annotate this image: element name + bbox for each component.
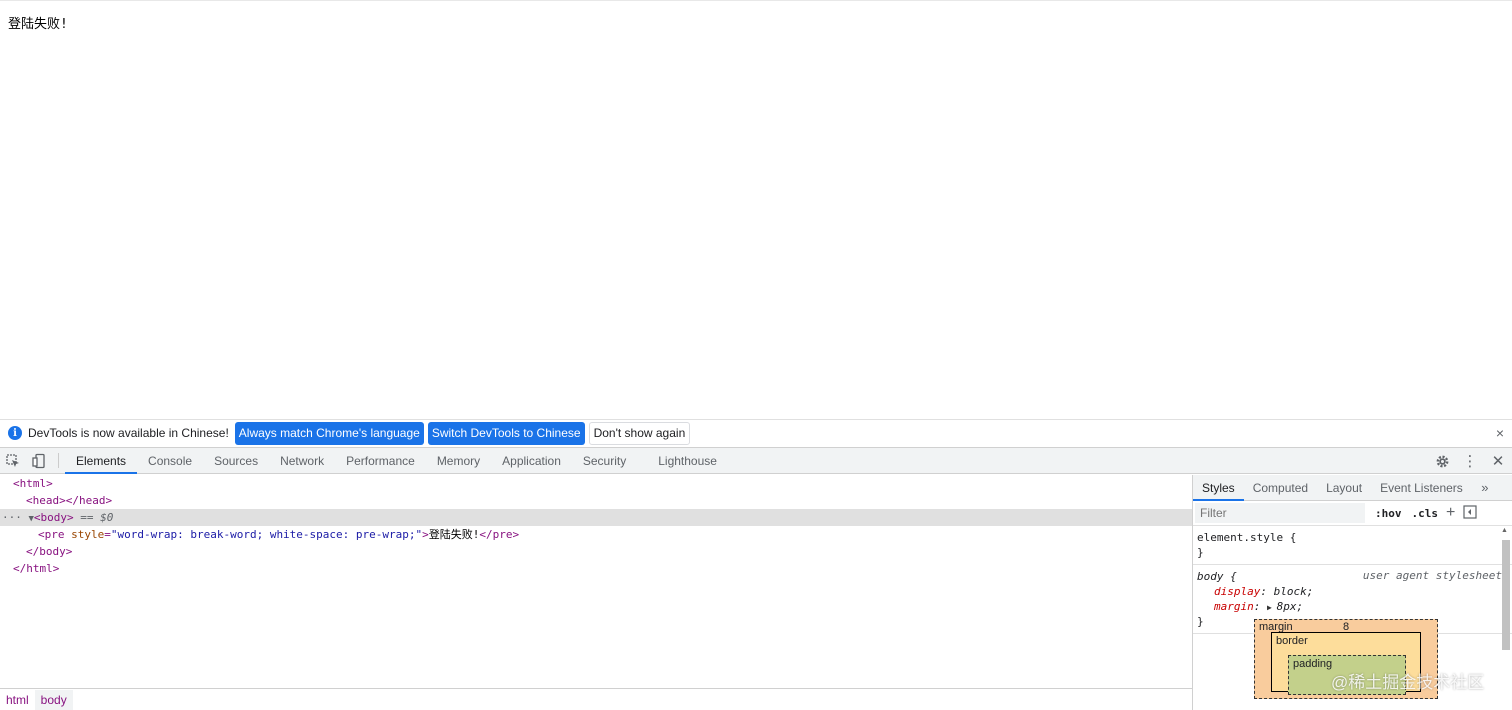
dom-node-head[interactable]: <head></head> bbox=[0, 492, 1192, 509]
class-toggle[interactable]: .cls bbox=[1412, 507, 1439, 520]
breadcrumb-body[interactable]: body bbox=[34, 689, 73, 710]
pre-open-bracket-end: > bbox=[422, 528, 429, 541]
toggle-sidebar-icon[interactable] bbox=[1463, 504, 1477, 522]
page-viewport: 登陆失败! bbox=[0, 0, 1512, 419]
more-options-icon[interactable]: ⋮ bbox=[1456, 452, 1484, 470]
tab-console[interactable]: Console bbox=[137, 448, 203, 473]
more-tabs-chevron-icon[interactable]: » bbox=[1472, 475, 1498, 500]
tab-layout[interactable]: Layout bbox=[1317, 475, 1371, 500]
styles-scrollbar[interactable]: ▲ ▼ bbox=[1500, 527, 1510, 710]
tab-elements[interactable]: Elements bbox=[65, 448, 138, 474]
selected-node-marker: == $0 bbox=[73, 511, 114, 524]
devtools-toolbar: Elements Console Sources Network Perform… bbox=[0, 447, 1512, 474]
box-padding-label: padding bbox=[1293, 658, 1333, 670]
info-icon: i bbox=[8, 426, 22, 440]
breadcrumb: html body bbox=[0, 688, 1192, 710]
html-close-tag: </html> bbox=[13, 562, 60, 575]
styles-filter-row: :hov .cls + bbox=[1193, 501, 1512, 526]
dom-node-html-open[interactable]: <html> bbox=[0, 475, 1192, 492]
expand-margin-icon[interactable]: ▶ bbox=[1267, 603, 1277, 612]
settings-gear-icon[interactable] bbox=[1428, 454, 1456, 469]
toolbar-divider bbox=[58, 453, 59, 468]
element-style-selector: element.style { bbox=[1197, 531, 1297, 544]
page-body-text: 登陆失败! bbox=[8, 17, 68, 32]
margin-value: 8px; bbox=[1276, 600, 1304, 613]
devtools-panel: i DevTools is now available in Chinese! … bbox=[0, 419, 1512, 710]
inspect-element-icon[interactable] bbox=[0, 448, 26, 473]
infobar-message: DevTools is now available in Chinese! bbox=[28, 426, 229, 440]
tab-sources[interactable]: Sources bbox=[203, 448, 269, 473]
always-match-language-button[interactable]: Always match Chrome's language bbox=[234, 421, 424, 445]
pre-attr-name: style bbox=[71, 528, 105, 541]
tab-security[interactable]: Security bbox=[572, 448, 637, 473]
panel-tabs: Elements Console Sources Network Perform… bbox=[65, 448, 728, 474]
language-infobar: i DevTools is now available in Chinese! … bbox=[0, 419, 1512, 446]
display-value: block; bbox=[1273, 585, 1314, 598]
display-property: display bbox=[1214, 585, 1261, 598]
dom-node-body-selected[interactable]: ··· ▼<body> == $0 bbox=[0, 509, 1192, 526]
add-style-rule-icon[interactable]: + bbox=[1446, 504, 1455, 522]
colon: : bbox=[1260, 585, 1274, 598]
switch-to-chinese-button[interactable]: Switch DevTools to Chinese bbox=[427, 421, 585, 445]
hover-state-toggle[interactable]: :hov bbox=[1375, 507, 1402, 520]
pre-close-tag: </pre> bbox=[479, 528, 520, 541]
margin-declaration[interactable]: margin: ▶ 8px; bbox=[1197, 599, 1508, 614]
device-toolbar-icon[interactable] bbox=[26, 448, 52, 473]
dom-node-body-close[interactable]: </body> bbox=[0, 543, 1192, 560]
styles-sidebar: Styles Computed Layout Event Listeners »… bbox=[1192, 475, 1512, 710]
close-infobar-icon[interactable]: × bbox=[1496, 425, 1504, 441]
head-tag: <head></head> bbox=[26, 494, 113, 507]
box-border-label: border bbox=[1276, 635, 1308, 647]
body-close-tag: </body> bbox=[26, 545, 73, 558]
tab-network[interactable]: Network bbox=[269, 448, 335, 473]
body-open-tag: <body> bbox=[33, 511, 74, 524]
styles-filter-input[interactable] bbox=[1195, 503, 1365, 523]
dont-show-again-button[interactable]: Don't show again bbox=[588, 421, 691, 445]
display-declaration[interactable]: display: block; bbox=[1197, 584, 1508, 599]
tab-lighthouse[interactable]: Lighthouse bbox=[647, 448, 728, 473]
toolbar-actions: ⋮ ✕ bbox=[1415, 448, 1512, 474]
dom-node-menu-icon[interactable]: ··· bbox=[2, 511, 29, 524]
tab-performance[interactable]: Performance bbox=[335, 448, 426, 473]
colon-expand: : bbox=[1253, 600, 1267, 613]
tab-memory[interactable]: Memory bbox=[426, 448, 491, 473]
margin-property: margin bbox=[1214, 600, 1254, 613]
tab-event-listeners[interactable]: Event Listeners bbox=[1371, 475, 1472, 500]
tab-application[interactable]: Application bbox=[491, 448, 572, 473]
elements-tree: <html> <head></head> ··· ▼<body> == $0 <… bbox=[0, 475, 1192, 688]
tab-computed[interactable]: Computed bbox=[1244, 475, 1317, 500]
element-style-close: } bbox=[1197, 546, 1204, 559]
attr-equals: = bbox=[104, 528, 111, 541]
pre-text-content: 登陆失败! bbox=[428, 528, 480, 541]
dom-node-pre[interactable]: <pre style="word-wrap: break-word; white… bbox=[0, 526, 1192, 543]
close-devtools-icon[interactable]: ✕ bbox=[1484, 452, 1512, 470]
scroll-up-icon[interactable]: ▲ bbox=[1501, 527, 1508, 534]
watermark: @稀土掘金技术社区 bbox=[1331, 673, 1485, 692]
pre-open-tag: <pre bbox=[38, 528, 72, 541]
element-style-rule[interactable]: element.style { } bbox=[1193, 526, 1512, 565]
pre-attr-value: "word-wrap: break-word; white-space: pre… bbox=[110, 528, 423, 541]
dom-node-html-close[interactable]: </html> bbox=[0, 560, 1192, 577]
breadcrumb-html[interactable]: html bbox=[0, 690, 35, 710]
user-agent-stylesheet-label: user agent stylesheet bbox=[1362, 569, 1502, 582]
scrollbar-thumb[interactable] bbox=[1502, 540, 1510, 650]
html-open-tag: <html> bbox=[13, 477, 53, 490]
tab-styles[interactable]: Styles bbox=[1193, 475, 1244, 501]
sidebar-tabs: Styles Computed Layout Event Listeners » bbox=[1193, 475, 1512, 501]
